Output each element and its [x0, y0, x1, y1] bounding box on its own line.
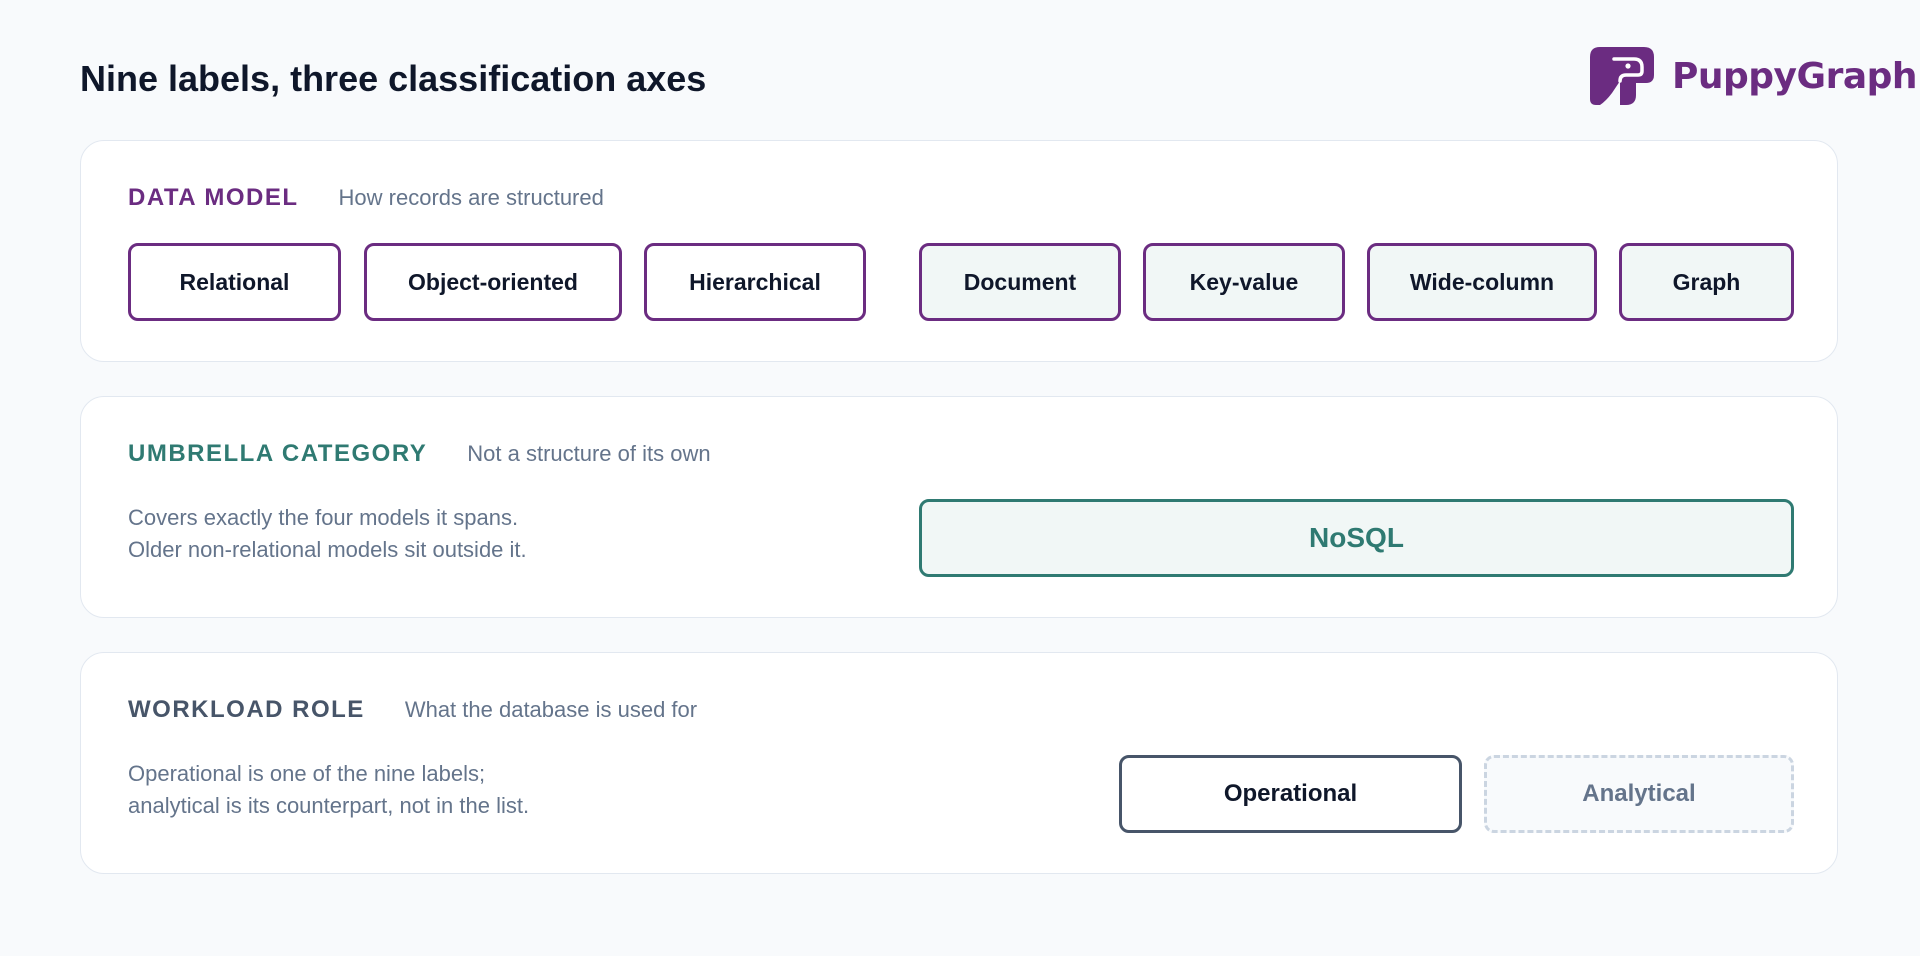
- label-chip-document: Document: [919, 243, 1121, 321]
- label-chip-relational: Relational: [128, 243, 341, 321]
- label-chip-analytical: Analytical: [1484, 755, 1794, 833]
- note-line: Covers exactly the four models it spans.: [128, 505, 519, 530]
- puppy-icon: [1590, 47, 1654, 105]
- label-chip-nosql: NoSQL: [919, 499, 1794, 577]
- umbrella-category-panel: UMBRELLA CATEGORY Not a structure of its…: [80, 396, 1838, 618]
- brand-logo: PuppyGraph: [1590, 47, 1918, 105]
- label-chip-operational: Operational: [1119, 755, 1462, 833]
- note-line: Older non-relational models sit outside …: [128, 537, 527, 562]
- axis-name: WORKLOAD ROLE: [128, 696, 365, 723]
- label-chip-object-oriented: Object-oriented: [364, 243, 622, 321]
- workload-role-panel: WORKLOAD ROLE What the database is used …: [80, 652, 1838, 874]
- label-chip-hierarchical: Hierarchical: [644, 243, 866, 321]
- data-model-panel: DATA MODEL How records are structured Re…: [80, 140, 1838, 362]
- axis-name: DATA MODEL: [128, 184, 299, 211]
- axis-description: What the database is used for: [404, 697, 698, 722]
- umbrella-note: Covers exactly the four models it spans.…: [128, 502, 527, 566]
- note-line: Operational is one of the nine labels;: [128, 761, 486, 786]
- note-line: analytical is its counterpart, not in th…: [128, 793, 530, 818]
- axis-description: How records are structured: [338, 185, 604, 210]
- page-title: Nine labels, three classification axes: [80, 58, 707, 99]
- brand-name: PuppyGraph: [1672, 55, 1918, 97]
- axis-name: UMBRELLA CATEGORY: [128, 440, 428, 467]
- label-chip-graph: Graph: [1619, 243, 1794, 321]
- label-chip-wide-column: Wide-column: [1367, 243, 1597, 321]
- axis-description: Not a structure of its own: [467, 441, 711, 466]
- workload-note: Operational is one of the nine labels; a…: [128, 758, 529, 822]
- label-chip-key-value: Key-value: [1143, 243, 1345, 321]
